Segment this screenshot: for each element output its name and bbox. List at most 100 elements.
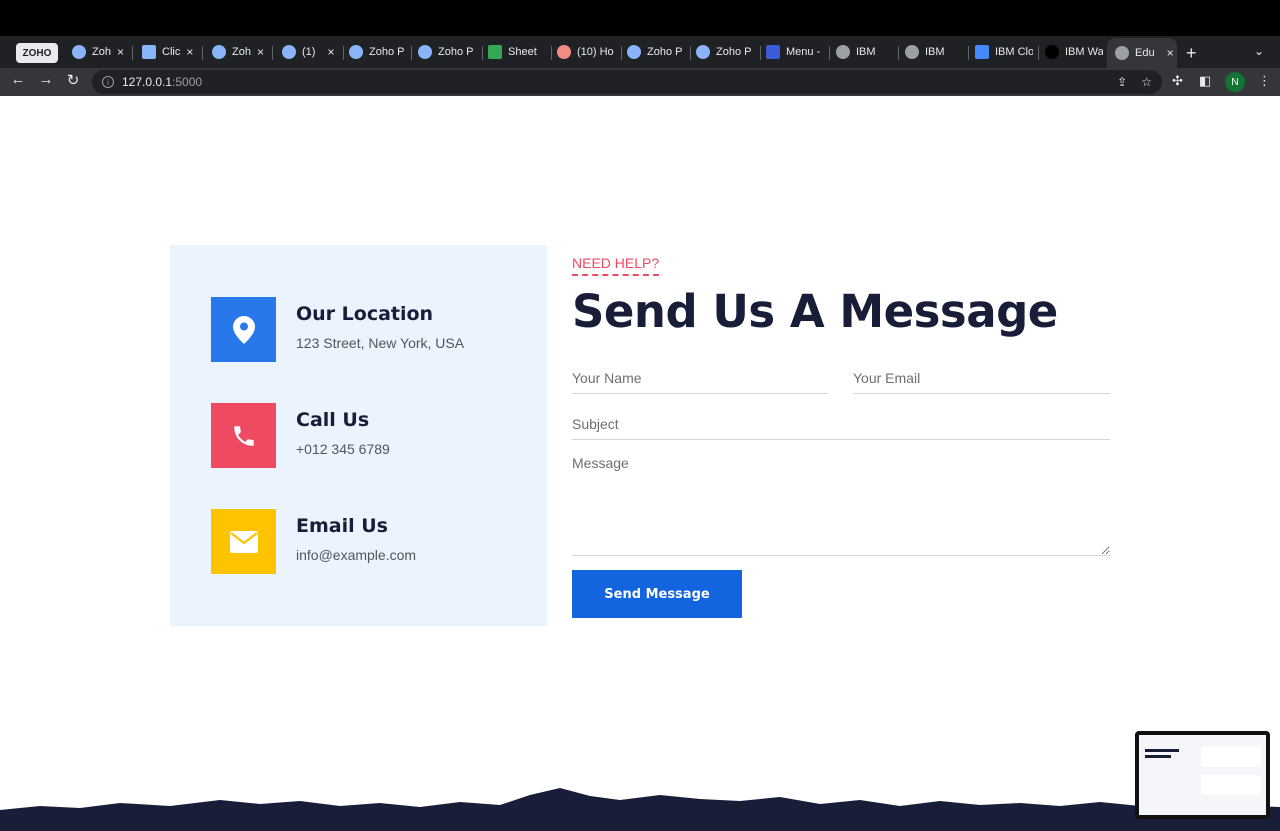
tab-separator (898, 46, 899, 60)
forward-icon[interactable]: → (36, 71, 56, 88)
send-message-button[interactable]: Send Message (572, 570, 742, 618)
footer-mountain-divider (0, 788, 1280, 831)
thumbnail-card (1201, 775, 1261, 795)
screenshot-preview-thumbnail[interactable] (1135, 731, 1270, 819)
browser-tab[interactable]: Zoh × (212, 40, 268, 64)
name-field[interactable] (572, 362, 828, 394)
browser-tab[interactable]: IBM Wa (1045, 40, 1103, 64)
tab-separator (760, 46, 761, 60)
browser-tab[interactable]: Sheet (488, 40, 550, 64)
tab-label: (1) (302, 46, 316, 58)
tab-favicon-icon (72, 45, 86, 59)
tab-label: IBM Clo (995, 46, 1033, 58)
side-panel-icon[interactable]: ◧ (1199, 73, 1211, 89)
globe-icon (1115, 46, 1129, 60)
globe-icon (836, 45, 850, 59)
browser-tab[interactable]: IBM (905, 40, 963, 64)
browser-tab[interactable]: IBM Clo (975, 40, 1033, 64)
kebab-menu-icon[interactable]: ⋮ (1258, 73, 1271, 89)
ibm-cloud-icon (975, 45, 989, 59)
tab-label: IBM (925, 46, 945, 58)
tab-label: Menu - (786, 46, 821, 58)
location-block: Our Location 123 Street, New York, USA (211, 297, 464, 362)
email-block: Email Us info@example.com (211, 509, 416, 574)
tab-favicon-icon (349, 45, 363, 59)
extensions-icon[interactable]: ✣ (1172, 73, 1183, 89)
envelope-icon (211, 509, 276, 574)
tab-favicon-icon (282, 45, 296, 59)
close-icon[interactable]: × (186, 45, 193, 59)
call-title: Call Us (296, 409, 370, 431)
browser-tab[interactable]: Zoho P (349, 40, 407, 64)
chevron-down-icon[interactable]: ⌄ (1254, 44, 1264, 58)
tab-favicon-icon (557, 45, 571, 59)
tab-favicon-icon (142, 45, 156, 59)
location-title: Our Location (296, 303, 434, 325)
email-field[interactable] (853, 362, 1110, 394)
location-value: 123 Street, New York, USA (296, 335, 465, 351)
map-pin-icon (211, 297, 276, 362)
tab-separator (621, 46, 622, 60)
close-icon[interactable]: × (327, 45, 334, 59)
tab-label: Edu (1135, 47, 1155, 59)
tab-separator (202, 46, 203, 60)
tab-separator (411, 46, 412, 60)
tab-separator (968, 46, 969, 60)
tab-label: Zoh (92, 46, 111, 58)
tab-label: IBM (856, 46, 876, 58)
back-icon[interactable]: ← (8, 71, 28, 88)
info-icon[interactable]: i (102, 76, 114, 88)
contact-info-panel: Our Location 123 Street, New York, USA C… (170, 245, 547, 626)
avatar[interactable]: N (1225, 72, 1245, 92)
thumbnail-card (1201, 747, 1261, 767)
thumbnail-content (1139, 735, 1266, 815)
browser-tab[interactable]: Zoho P (627, 40, 685, 64)
tab-label: Zoho P (647, 46, 683, 58)
browser-tab[interactable]: IBM (836, 40, 894, 64)
sheet-icon (488, 45, 502, 59)
page-title: Send Us A Message (572, 285, 1058, 338)
message-field[interactable] (572, 455, 1110, 556)
tab-separator (829, 46, 830, 60)
browser-tab[interactable]: Zoh × (72, 40, 128, 64)
new-tab-icon[interactable]: + (1186, 43, 1197, 64)
browser-tab[interactable]: Menu - (766, 40, 826, 64)
close-icon[interactable]: × (1167, 46, 1174, 60)
tab-label: Sheet (508, 46, 537, 58)
browser-tab[interactable]: (10) Ho (557, 40, 617, 64)
tab-separator (132, 46, 133, 60)
screen-top-bar (0, 0, 1280, 36)
tab-favicon-icon (212, 45, 226, 59)
email-value: info@example.com (296, 547, 417, 563)
url-host: 127.0.0.1 (122, 75, 173, 89)
tab-group-zoho[interactable]: ZOHO (16, 43, 58, 63)
browser-tab[interactable]: Zoho P (418, 40, 478, 64)
close-icon[interactable]: × (257, 45, 264, 59)
tab-separator (551, 46, 552, 60)
tab-favicon-icon (696, 45, 710, 59)
browser-tab[interactable]: Zoho P (696, 40, 756, 64)
tab-label: Zoh (232, 46, 251, 58)
tab-label: Clic (162, 46, 181, 58)
browser-tab[interactable]: (1) × (282, 40, 338, 64)
browser-tab-active[interactable]: Edu × (1107, 38, 1177, 68)
tab-label: Zoho P (369, 46, 405, 58)
phone-icon (211, 403, 276, 468)
url-port: :5000 (172, 75, 203, 89)
globe-icon (905, 45, 919, 59)
tab-favicon-icon (766, 45, 780, 59)
tab-label: (10) Ho (577, 46, 614, 58)
call-value: +012 345 6789 (296, 441, 390, 457)
address-bar[interactable]: i 127.0.0.1:5000 ⇪ ☆ (92, 70, 1162, 94)
browser-tab[interactable]: Clic × (142, 40, 198, 64)
share-icon[interactable]: ⇪ (1117, 75, 1127, 89)
tab-favicon-icon (627, 45, 641, 59)
tab-label: Zoho P (438, 46, 474, 58)
thumbnail-line (1145, 755, 1171, 758)
close-icon[interactable]: × (117, 45, 124, 59)
email-title: Email Us (296, 515, 388, 537)
bookmark-star-icon[interactable]: ☆ (1141, 75, 1152, 89)
reload-icon[interactable]: ↻ (63, 71, 83, 89)
subject-field[interactable] (572, 408, 1110, 440)
tab-label: IBM Wa (1065, 46, 1103, 58)
